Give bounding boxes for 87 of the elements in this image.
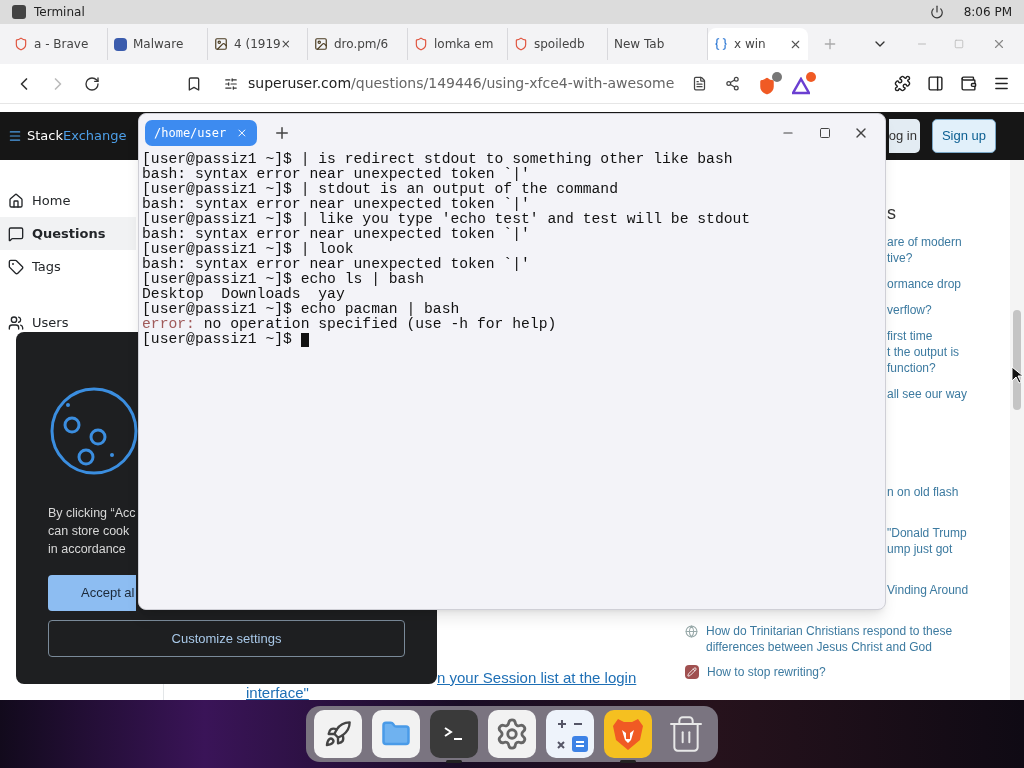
home-icon (8, 192, 24, 209)
question-link[interactable]: Vinding Around (887, 582, 1010, 598)
customize-button[interactable]: Customize settings (48, 620, 405, 657)
clock: 8:06 PM (963, 4, 1012, 21)
text-cursor (300, 332, 309, 347)
tab-title: Malware (133, 36, 184, 53)
bookmark-icon[interactable] (186, 75, 202, 92)
users-icon (8, 315, 24, 331)
terminal-line: bash: syntax error near unexpected token `|' (142, 197, 531, 212)
terminal-line: [user@passiz1 ~]$ | look (142, 242, 355, 257)
browser-tab[interactable]: lomka em (408, 28, 508, 60)
folder-icon[interactable] (372, 710, 420, 758)
app-title: Terminal (34, 4, 85, 21)
question-link[interactable]: How to stop rewriting? (707, 664, 826, 680)
wallet-icon[interactable] (960, 75, 977, 92)
shield-icon (514, 37, 528, 51)
scrollbar[interactable] (1010, 160, 1024, 700)
terminal-line: [user@passiz1 ~]$ (142, 332, 293, 347)
shield-icon[interactable] (758, 72, 783, 95)
question-link[interactable]: first time t the output is function? (887, 328, 1010, 376)
extensions-icon[interactable] (894, 75, 911, 92)
rocket-icon[interactable] (314, 710, 362, 758)
terminal-line: bash: syntax error near unexpected token `|' (142, 227, 531, 242)
nav-item[interactable]: Users (0, 315, 136, 331)
terminal-line: error: no operation specified (use -h for help) (142, 317, 558, 332)
site-settings-icon[interactable] (224, 76, 238, 91)
question-link[interactable]: ormance drop (887, 276, 1010, 292)
question-link[interactable]: all see our way (887, 386, 1010, 402)
cookie-icon (48, 385, 140, 477)
share-icon[interactable] (725, 76, 741, 91)
terminal-line: [user@passiz1 ~]$ | stdout is an output of the command (142, 182, 619, 197)
nav-item[interactable]: Tags (0, 258, 136, 275)
signup-button[interactable]: Sign up (931, 119, 996, 153)
question-link[interactable]: are of modern tive? (887, 234, 1010, 266)
terminal-line: [user@passiz1 ~]$ | is redirect stdout to something other like bash (142, 152, 734, 167)
section-heading: s (887, 202, 897, 224)
browser-tab[interactable]: Malware (108, 28, 208, 60)
terminal-line: [user@passiz1 ~]$ echo ls | bash (142, 272, 426, 287)
pencil-icon (685, 665, 699, 679)
triangle-icon[interactable] (792, 72, 817, 95)
globe-icon (685, 625, 698, 638)
calculator-icon[interactable] (546, 710, 594, 758)
browser-tab[interactable]: 4 (1919× (208, 28, 308, 60)
terminal-line: [user@passiz1 ~]$ echo pacman | bash (142, 302, 461, 317)
new-tab-icon[interactable] (273, 124, 291, 142)
tag-icon (8, 258, 24, 275)
image-icon (314, 37, 328, 51)
terminal-line: Desktop Downloads yay (142, 287, 346, 302)
reload-icon[interactable] (84, 75, 100, 92)
question-link[interactable]: How do Trinitarian Christians respond to these differences between Jesus Christ and God (706, 623, 953, 655)
power-icon[interactable] (929, 5, 944, 19)
nav-item[interactable]: Home (0, 192, 136, 209)
accept-button[interactable]: Accept al (48, 575, 136, 611)
browser-tab[interactable]: x win (708, 28, 808, 60)
braces-icon (714, 37, 728, 51)
terminal-line: [user@passiz1 ~]$ | like you type 'echo test' and test will be stdout (142, 212, 752, 227)
terminal-line: bash: syntax error near unexpected token `|' (142, 257, 531, 272)
tab-title: lomka em (434, 36, 494, 53)
tab-title: x win (734, 36, 766, 53)
maximize-icon[interactable] (819, 127, 831, 139)
reader-icon[interactable] (692, 76, 708, 91)
tab-title: dro.pm/6 (334, 36, 389, 53)
terminal-line: bash: syntax error near unexpected token `|' (142, 167, 531, 182)
browser-tab[interactable]: dro.pm/6 (308, 28, 408, 60)
url-text: superuser.com/questions/149446/using-xfce4-with-awesome (248, 74, 675, 93)
url-field[interactable]: superuser.com/questions/149446/using-xfce4-with-awesome (218, 68, 681, 99)
image-icon (214, 37, 228, 51)
site-logo[interactable]: StackExchange (8, 126, 127, 146)
question-link[interactable]: n on old flash (887, 484, 1010, 500)
shield-icon (414, 37, 428, 51)
tab-title: New Tab (614, 36, 665, 53)
question-link[interactable]: verflow? (887, 302, 1010, 318)
menu-icon[interactable] (993, 75, 1010, 92)
gear-icon[interactable] (488, 710, 536, 758)
browser-tab[interactable]: spoiledb (508, 28, 608, 60)
tab-title: 4 (1919× (234, 36, 291, 53)
browser-tab[interactable]: a - Brave (8, 28, 108, 60)
login-button[interactable]: og in (888, 119, 920, 153)
shield-icon (14, 37, 28, 51)
chat-icon (8, 225, 24, 242)
cookie-text: By clicking “Acc can store cook in accordance (48, 505, 136, 558)
tab-title: spoiledb (534, 36, 585, 53)
question-link[interactable]: "Donald Trump ump just got (887, 525, 1010, 557)
nav-item[interactable]: Questions (0, 217, 136, 250)
lion-icon[interactable] (604, 710, 652, 758)
tab-title: a - Brave (34, 36, 89, 53)
sidebar-icon[interactable] (927, 75, 944, 92)
